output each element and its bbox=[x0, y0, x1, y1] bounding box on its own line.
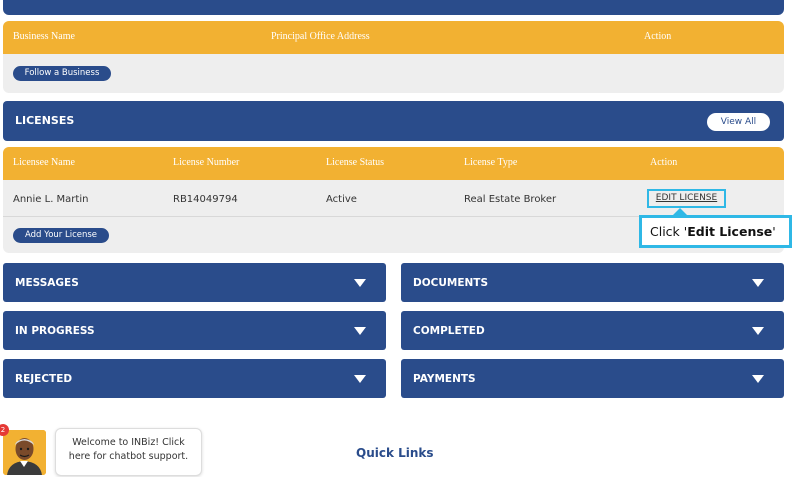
licenses-section-header: LICENSES View All bbox=[3, 101, 784, 141]
view-all-button[interactable]: View All bbox=[707, 113, 770, 131]
in-progress-title: IN PROGRESS bbox=[15, 325, 95, 337]
edit-license-link[interactable]: EDIT LICENSE bbox=[647, 189, 726, 208]
chatbot-avatar[interactable] bbox=[3, 430, 46, 475]
completed-title: COMPLETED bbox=[413, 325, 485, 337]
chatbot-avatar-icon bbox=[3, 430, 46, 475]
business-table-header: Business Name Principal Office Address A… bbox=[3, 21, 784, 54]
callout-bold: Edit License bbox=[687, 224, 773, 239]
chevron-down-icon[interactable] bbox=[354, 375, 366, 383]
in-progress-panel[interactable]: IN PROGRESS bbox=[3, 311, 386, 350]
col-action: Action bbox=[644, 31, 672, 42]
rejected-panel[interactable]: REJECTED bbox=[3, 359, 386, 398]
follow-business-button[interactable]: Follow a Business bbox=[13, 66, 111, 81]
license-type-cell: Real Estate Broker bbox=[464, 194, 557, 205]
col-business-name: Business Name bbox=[13, 31, 75, 42]
rejected-title: REJECTED bbox=[15, 373, 73, 385]
callout-prefix: Click ' bbox=[650, 224, 688, 239]
col-action: Action bbox=[650, 157, 678, 168]
edit-license-callout: Click 'Edit License' bbox=[639, 215, 792, 248]
payments-panel[interactable]: PAYMENTS bbox=[401, 359, 784, 398]
license-number-cell: RB14049794 bbox=[173, 194, 238, 205]
col-license-type: License Type bbox=[464, 157, 518, 168]
add-your-license-button[interactable]: Add Your License bbox=[13, 228, 109, 243]
chevron-down-icon[interactable] bbox=[752, 327, 764, 335]
chevron-down-icon[interactable] bbox=[354, 327, 366, 335]
license-status-cell: Active bbox=[326, 194, 357, 205]
documents-panel[interactable]: DOCUMENTS bbox=[401, 263, 784, 302]
col-license-number: License Number bbox=[173, 157, 240, 168]
payments-title: PAYMENTS bbox=[413, 373, 476, 385]
quick-links-heading: Quick Links bbox=[356, 446, 434, 460]
completed-panel[interactable]: COMPLETED bbox=[401, 311, 784, 350]
business-table: Business Name Principal Office Address A… bbox=[3, 21, 784, 93]
chevron-down-icon[interactable] bbox=[752, 375, 764, 383]
col-license-status: License Status bbox=[326, 157, 385, 168]
licenses-title: LICENSES bbox=[15, 114, 75, 127]
chatbot-welcome-bubble[interactable]: Welcome to INBiz! Click here for chatbot… bbox=[55, 428, 202, 476]
chevron-down-icon[interactable] bbox=[354, 279, 366, 287]
licensee-name-cell: Annie L. Martin bbox=[13, 194, 89, 205]
callout-suffix: ' bbox=[772, 224, 776, 239]
col-licensee-name: Licensee Name bbox=[13, 157, 75, 168]
license-table-header: Licensee Name License Number License Sta… bbox=[3, 147, 784, 180]
top-section-bar bbox=[3, 0, 784, 15]
documents-title: DOCUMENTS bbox=[413, 277, 489, 289]
messages-panel[interactable]: MESSAGES bbox=[3, 263, 386, 302]
chevron-down-icon[interactable] bbox=[752, 279, 764, 287]
col-principal-office-address: Principal Office Address bbox=[271, 31, 370, 42]
messages-title: MESSAGES bbox=[15, 277, 79, 289]
